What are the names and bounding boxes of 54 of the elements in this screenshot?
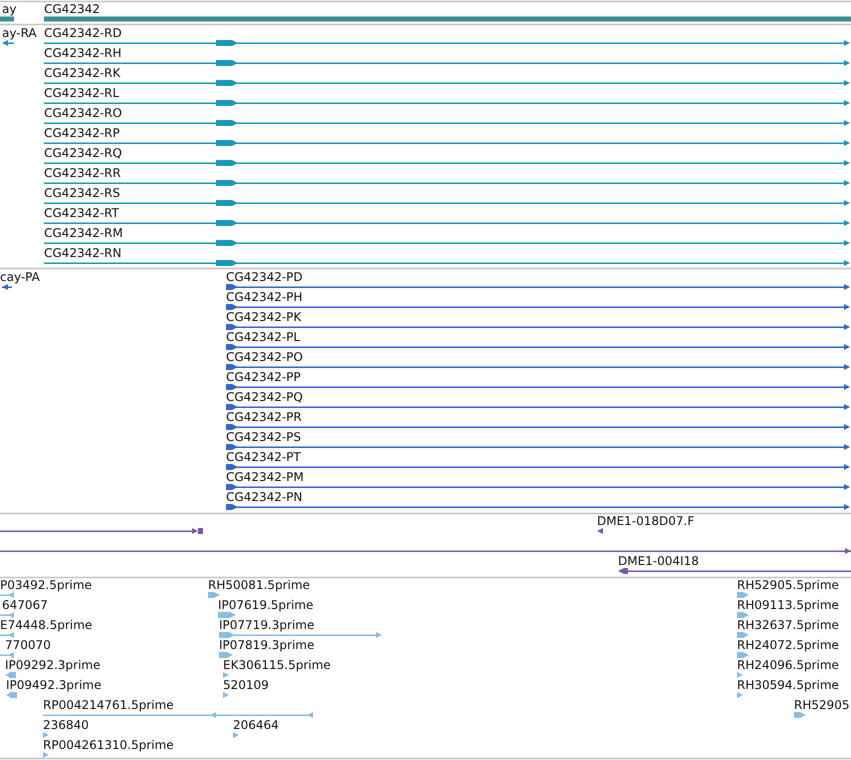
feature-label: CG42342-PK	[226, 310, 302, 324]
feature-label: CG42342-RH	[44, 46, 122, 60]
feature-label: ay	[2, 2, 16, 16]
feature-label: CG42342-PQ	[226, 390, 303, 404]
feature-label: CG42342-RD	[44, 26, 122, 40]
feature-label: CG42342-PH	[226, 290, 302, 304]
feature-label: RH09113.5prime	[737, 598, 839, 612]
feature-label: CG42342-RR	[44, 166, 121, 180]
feature-label: IP09492.3prime	[6, 678, 102, 692]
feature-label: CG42342-PT	[226, 450, 301, 464]
feature-label: CG42342-PR	[226, 410, 302, 424]
feature-label: CG42342-PD	[226, 270, 303, 284]
feature-label: RH24072.5prime	[737, 638, 839, 652]
feature-label: RH52905.5prime	[737, 578, 839, 592]
feature-label: E74448.5prime	[0, 618, 92, 632]
feature-label: CG42342-RK	[44, 66, 120, 80]
feature-label: CG42342-PN	[226, 490, 302, 504]
feature-label: DME1-004I18	[618, 554, 699, 568]
feature-label: CG42342-PP	[226, 370, 301, 384]
feature-label: CG42342	[44, 2, 100, 16]
feature-label: IP07819.3prime	[219, 638, 314, 652]
feature-label: CG42342-RQ	[44, 146, 122, 160]
feature-label: ay-RA	[2, 26, 37, 40]
feature-label: RH30594.5prime	[737, 678, 839, 692]
feature-label: CG42342-RS	[44, 186, 120, 200]
feature-label: RP004261310.5prime	[43, 738, 174, 752]
feature-label: RH52905	[794, 698, 850, 712]
feature-label: IP07719.3prime	[219, 618, 314, 632]
feature-label: CG42342-RL	[44, 86, 120, 100]
feature-label: RH50081.5prime	[208, 578, 310, 592]
feature-label: 520109	[223, 678, 269, 692]
feature-label: CG42342-RT	[44, 206, 119, 220]
feature-label: IP09292.3prime	[5, 658, 100, 672]
feature-label: 206464	[233, 718, 279, 732]
feature-label: DME1-018D07.F	[597, 514, 694, 528]
feature-label: CG42342-RO	[44, 106, 122, 120]
feature-label: 647067	[2, 598, 48, 612]
feature-label: P03492.5prime	[0, 578, 92, 592]
feature-label: CG42342-PS	[226, 430, 302, 444]
feature-label: CG42342-RM	[44, 226, 123, 240]
feature-label: IP07619.5prime	[218, 598, 314, 612]
feature-label: CG42342-PM	[226, 470, 304, 484]
feature-label: CG42342-PL	[226, 330, 300, 344]
feature-label: CG42342-RN	[44, 246, 122, 260]
feature-label: RP004214761.5prime	[43, 698, 174, 712]
feature-label: RH24096.5prime	[737, 658, 839, 672]
feature-label: RH32637.5prime	[737, 618, 839, 632]
feature-label: 236840	[43, 718, 89, 732]
feature-glyph	[0, 16, 14, 22]
feature-label: EK306115.5prime	[223, 658, 331, 672]
feature-label: CG42342-PO	[226, 350, 303, 364]
feature-label: 770070	[5, 638, 51, 652]
feature-label: CG42342-RP	[44, 126, 120, 140]
feature-label: cay-PA	[0, 270, 40, 284]
